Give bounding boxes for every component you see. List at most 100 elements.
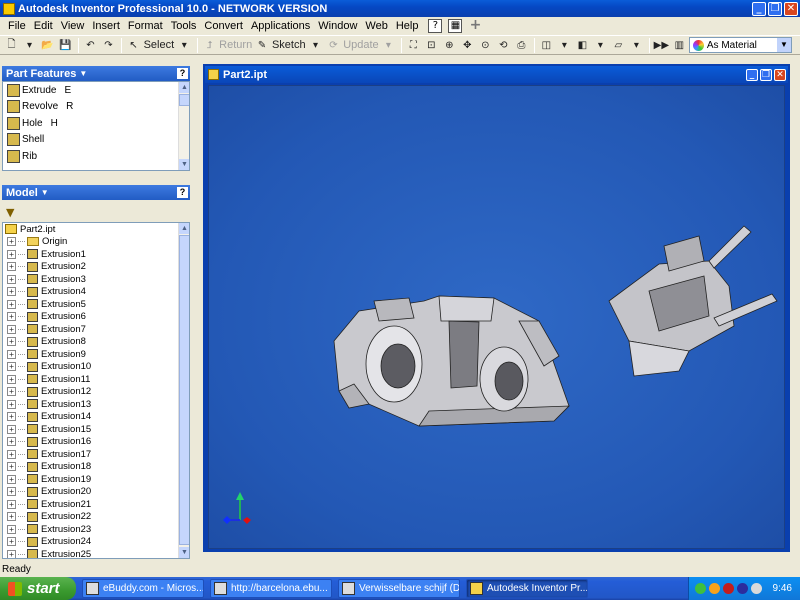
shadow-icon[interactable]: ▱ xyxy=(610,37,627,54)
tree-item[interactable]: + Extrusion20 xyxy=(3,486,189,499)
document-titlebar[interactable]: Part2.ipt _ ❐ ✕ xyxy=(205,66,788,83)
menu-window[interactable]: Window xyxy=(314,20,361,32)
doc-restore-button[interactable]: ❐ xyxy=(760,68,772,81)
expand-icon[interactable]: + xyxy=(7,312,16,322)
restore-button[interactable]: ❐ xyxy=(768,1,782,16)
model-dropdown-icon[interactable]: ▼ xyxy=(41,188,49,197)
messenger-icon[interactable] xyxy=(709,583,720,594)
tree-item[interactable]: + Extrusion11 xyxy=(3,373,189,386)
tree-item[interactable]: + Extrusion25 xyxy=(3,548,189,558)
shadow-dropdown-icon[interactable]: ▾ xyxy=(628,37,645,54)
tree-item[interactable]: + Extrusion22 xyxy=(3,511,189,524)
tree-item-origin[interactable]: + Origin xyxy=(3,236,189,249)
menu-convert[interactable]: Convert xyxy=(200,20,247,32)
feature-hole[interactable]: Hole H xyxy=(3,115,189,132)
expand-icon[interactable]: + xyxy=(7,412,16,422)
redo-icon[interactable]: ↷ xyxy=(100,37,117,54)
display-mode-icon[interactable]: ◫ xyxy=(538,37,555,54)
language-icon[interactable] xyxy=(737,583,748,594)
zoom-selected-icon[interactable]: ⊙ xyxy=(477,37,494,54)
part-features-header[interactable]: Part Features ▼ ? xyxy=(2,66,190,81)
taskbar-item-removable-drive[interactable]: Verwisselbare schijf (D:) xyxy=(338,579,460,598)
minimize-button[interactable]: _ xyxy=(752,1,766,16)
expand-icon[interactable]: + xyxy=(7,549,16,558)
display-mode-dropdown-icon[interactable]: ▾ xyxy=(556,37,573,54)
model-header[interactable]: Model ▼ ? xyxy=(2,185,190,200)
material-select[interactable]: As Material ▼ xyxy=(688,37,793,53)
new-file-icon[interactable]: 🗋 xyxy=(3,37,20,54)
clock[interactable]: 9:46 xyxy=(773,583,792,594)
update-dropdown-icon[interactable]: ▾ xyxy=(380,37,397,54)
network-icon[interactable] xyxy=(695,583,706,594)
select-arrow-icon[interactable]: ↖ xyxy=(125,37,142,54)
scroll-down-icon[interactable]: ▼ xyxy=(179,159,189,170)
scroll-up-icon[interactable]: ▲ xyxy=(179,82,189,93)
select-dropdown-icon[interactable]: ▾ xyxy=(176,37,193,54)
tree-item[interactable]: + Extrusion3 xyxy=(3,273,189,286)
help-icon[interactable]: ? xyxy=(428,19,443,33)
feature-rib[interactable]: Rib xyxy=(3,148,189,165)
bracket-part[interactable] xyxy=(608,225,778,377)
menu-file[interactable]: File xyxy=(4,20,30,32)
tree-item[interactable]: + Extrusion18 xyxy=(3,461,189,474)
tree-item[interactable]: + Extrusion4 xyxy=(3,286,189,299)
menu-help[interactable]: Help xyxy=(392,20,423,32)
expand-icon[interactable]: + xyxy=(7,299,16,309)
antivirus-icon[interactable] xyxy=(723,583,734,594)
feature-extrude[interactable]: Extrude E xyxy=(3,82,189,99)
tree-item[interactable]: + Extrusion19 xyxy=(3,473,189,486)
expand-icon[interactable]: + xyxy=(7,387,16,397)
tree-item[interactable]: + Extrusion7 xyxy=(3,323,189,336)
menu-applications[interactable]: Applications xyxy=(247,20,314,32)
taskbar-item-inventor[interactable]: Autodesk Inventor Pr... xyxy=(466,579,588,598)
expand-icon[interactable]: + xyxy=(7,324,16,334)
tree-item[interactable]: + Extrusion9 xyxy=(3,348,189,361)
housing-part[interactable] xyxy=(333,295,571,427)
expand-icon[interactable]: + xyxy=(7,537,16,547)
pan-icon[interactable]: ✥ xyxy=(459,37,476,54)
3d-viewport[interactable] xyxy=(208,85,785,549)
menu-insert[interactable]: Insert xyxy=(88,20,124,32)
tree-item[interactable]: + Extrusion1 xyxy=(3,248,189,261)
tree-item[interactable]: + Extrusion16 xyxy=(3,436,189,449)
tree-item[interactable]: + Extrusion24 xyxy=(3,536,189,549)
tree-item[interactable]: + Extrusion10 xyxy=(3,361,189,374)
panel-dropdown-icon[interactable]: ▼ xyxy=(79,69,87,78)
expand-icon[interactable]: + xyxy=(7,424,16,434)
feature-shell[interactable]: Shell xyxy=(3,132,189,149)
tree-item[interactable]: + Extrusion17 xyxy=(3,448,189,461)
scroll-down-icon[interactable]: ▼ xyxy=(179,547,189,558)
panel-help-icon[interactable]: ? xyxy=(177,68,188,79)
look-at-icon[interactable]: ⎙ xyxy=(513,37,530,54)
expand-icon[interactable]: + xyxy=(7,262,16,272)
taskbar-item-ebuddy[interactable]: eBuddy.com - Micros... xyxy=(82,579,204,598)
add-icon[interactable]: + xyxy=(468,18,482,33)
save-icon[interactable]: 💾 xyxy=(57,37,74,54)
update-icon[interactable]: ⟳ xyxy=(325,37,342,54)
expand-icon[interactable]: + xyxy=(7,474,16,484)
expand-icon[interactable]: + xyxy=(7,374,16,384)
shaded-dropdown-icon[interactable]: ▾ xyxy=(592,37,609,54)
expand-icon[interactable]: + xyxy=(7,512,16,522)
analysis-icon[interactable]: ▥ xyxy=(671,37,688,54)
update-button[interactable]: Update xyxy=(343,37,379,54)
return-button[interactable]: Return xyxy=(219,37,253,54)
sketch-icon[interactable]: ✎ xyxy=(254,37,271,54)
expand-icon[interactable]: + xyxy=(7,249,16,259)
menu-web[interactable]: Web xyxy=(361,20,391,32)
tree-item[interactable]: + Extrusion23 xyxy=(3,523,189,536)
tree-item[interactable]: + Extrusion5 xyxy=(3,298,189,311)
features-scrollbar[interactable]: ▲ ▼ xyxy=(178,82,189,170)
zoom-window-icon[interactable]: ⊡ xyxy=(423,37,440,54)
tree-item[interactable]: + Extrusion6 xyxy=(3,311,189,324)
expand-icon[interactable]: + xyxy=(7,337,16,347)
taskbar-item-barcelona[interactable]: http://barcelona.ebu... xyxy=(210,579,332,598)
return-icon[interactable]: ⮥ xyxy=(201,37,218,54)
model-help-icon[interactable]: ? xyxy=(177,187,188,198)
close-button[interactable]: ✕ xyxy=(784,1,798,16)
expand-icon[interactable]: + xyxy=(7,524,16,534)
filter-icon[interactable]: ▼ xyxy=(6,206,14,219)
tree-scrollbar[interactable]: ▲ ▼ xyxy=(178,223,189,558)
zoom-all-icon[interactable]: ⛶ xyxy=(405,37,422,54)
rotate-icon[interactable]: ⟲ xyxy=(495,37,512,54)
